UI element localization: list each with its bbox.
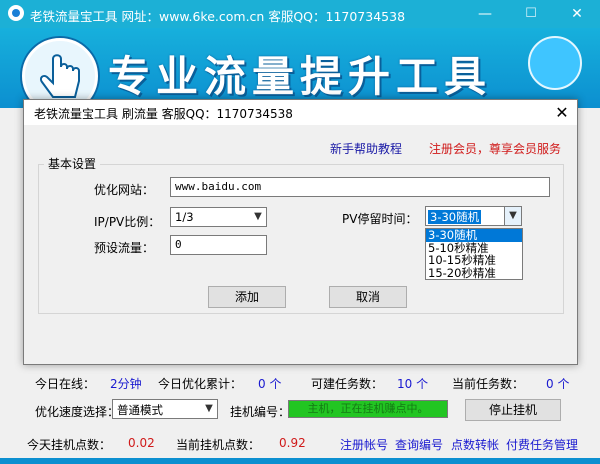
- optimized-today-label: 今日优化累计：: [158, 377, 243, 391]
- basic-settings-label: 基本设置: [44, 155, 101, 172]
- optimized-today-value: 0 个: [258, 377, 282, 391]
- machine-label: 挂机编号：: [230, 405, 291, 419]
- speed-value: 普通模式: [117, 403, 163, 417]
- add-button[interactable]: 添加: [208, 286, 286, 308]
- pv-stay-option[interactable]: 10-15秒精准: [426, 254, 522, 267]
- pv-stay-dropdown-list: 3-30随机 5-10秒精准 10-15秒精准 15-20秒精准: [425, 228, 523, 280]
- hand-pointer-icon: [22, 38, 98, 108]
- points-current-value: 0.92: [279, 436, 306, 450]
- banner-title: 专业流量提升工具: [108, 52, 493, 101]
- dialog-titlebar: 老铁流量宝工具 刷流量 客服QQ：1170734538 ✕: [24, 100, 577, 125]
- online-today-label: 今日在线：: [35, 377, 96, 391]
- points-today-label: 今天挂机点数：: [27, 438, 112, 452]
- site-label: 优化网站：: [94, 183, 155, 197]
- query-number-link[interactable]: 查询编号: [395, 436, 443, 453]
- ratio-label: IP/PV比例：: [94, 215, 161, 229]
- pv-stay-label: PV停留时间：: [342, 212, 418, 226]
- available-tasks-label: 可建任务数：: [311, 377, 384, 391]
- ratio-select[interactable]: 1/3 ▼: [170, 207, 267, 227]
- speed-label: 优化速度选择：: [35, 405, 120, 419]
- preset-label: 预设流量：: [94, 241, 155, 255]
- minimize-button[interactable]: —: [462, 0, 508, 28]
- chevron-down-icon: ▼: [504, 207, 521, 225]
- pv-stay-option[interactable]: 3-30随机: [426, 229, 522, 242]
- stop-button[interactable]: 停止挂机: [465, 399, 561, 421]
- close-button[interactable]: ✕: [554, 0, 600, 28]
- current-tasks-value: 0 个: [546, 377, 570, 391]
- register-account-link[interactable]: 注册帐号: [340, 436, 388, 453]
- app-logo-icon: [8, 5, 24, 21]
- chevron-down-icon: ▼: [205, 403, 213, 414]
- available-tasks-value: 10 个: [397, 377, 429, 391]
- banner: 专业流量提升工具: [0, 28, 600, 108]
- online-today-value: 2分钟: [110, 377, 142, 391]
- decoration-graphic: [528, 36, 582, 90]
- machine-status: 主机，正在挂机赚点中。: [288, 400, 448, 418]
- dialog-title: 老铁流量宝工具 刷流量 客服QQ：1170734538: [34, 107, 293, 121]
- paid-task-manage-link[interactable]: 付费任务管理: [506, 436, 578, 453]
- cancel-button[interactable]: 取消: [329, 286, 407, 308]
- ratio-value: 1/3: [175, 210, 194, 224]
- chevron-down-icon: ▼: [254, 211, 262, 222]
- preset-input[interactable]: 0: [170, 235, 267, 255]
- speed-select[interactable]: 普通模式 ▼: [112, 399, 218, 419]
- register-link[interactable]: 注册会员，尊享会员服务: [429, 140, 561, 157]
- add-task-dialog: 老铁流量宝工具 刷流量 客服QQ：1170734538 ✕ 新手帮助教程 注册会…: [23, 99, 578, 365]
- pv-stay-option[interactable]: 15-20秒精准: [426, 266, 522, 280]
- main-window-title: 老铁流量宝工具 网址：www.6ke.com.cn 客服QQ：117073453…: [30, 9, 406, 24]
- site-input[interactable]: www.baidu.com: [170, 177, 550, 197]
- current-tasks-label: 当前任务数：: [452, 377, 525, 391]
- pv-stay-value: 3-30随机: [428, 210, 482, 224]
- maximize-button[interactable]: ☐: [508, 0, 554, 28]
- points-current-label: 当前挂机点数：: [176, 438, 261, 452]
- pv-stay-select[interactable]: 3-30随机 ▼: [425, 206, 522, 226]
- bottom-border: [0, 458, 600, 464]
- help-link[interactable]: 新手帮助教程: [330, 140, 402, 157]
- points-today-value: 0.02: [128, 436, 155, 450]
- main-titlebar: 老铁流量宝工具 网址：www.6ke.com.cn 客服QQ：117073453…: [0, 0, 600, 28]
- points-transfer-link[interactable]: 点数转帐: [451, 436, 499, 453]
- dialog-close-button[interactable]: ✕: [547, 100, 577, 125]
